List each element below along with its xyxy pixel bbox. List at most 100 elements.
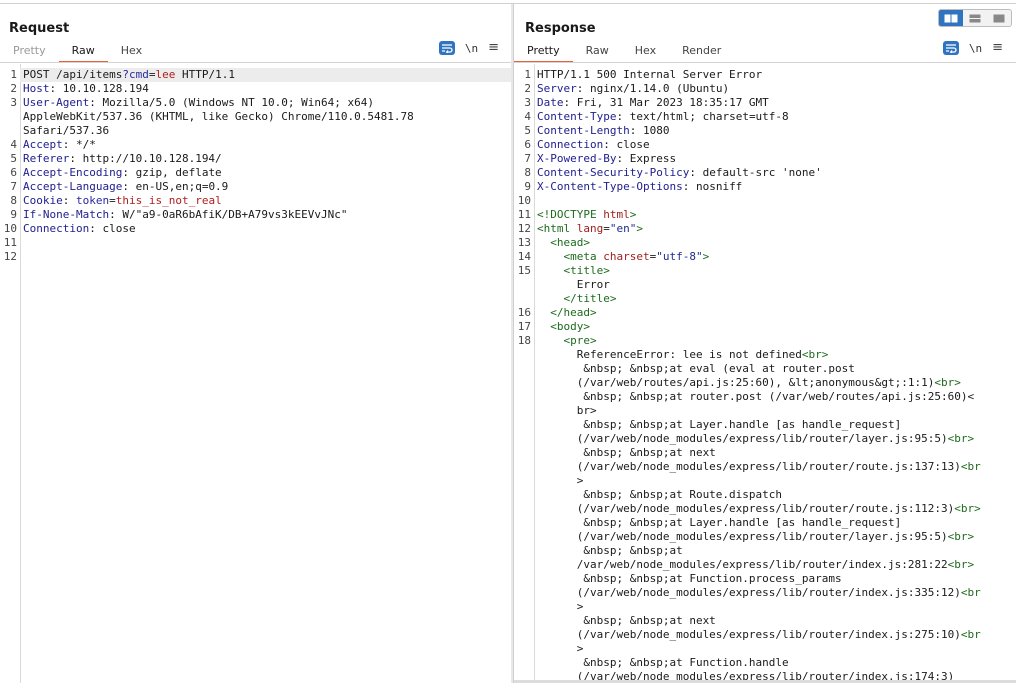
header-value: Express	[623, 152, 677, 165]
header-value: nginx/1.14.0 (Ubuntu)	[583, 82, 730, 95]
line-text: Host: 10.10.128.194	[23, 82, 149, 95]
line-text: &nbsp; &nbsp;at Route.dispatch	[537, 488, 783, 501]
code-line: &nbsp; &nbsp;at Function.handle	[514, 656, 1016, 670]
hamburger-menu-icon[interactable]: ≡	[992, 41, 1003, 55]
line-text: >	[537, 642, 584, 655]
header-value: 10.10.128.194	[56, 82, 149, 95]
line-number: 9	[524, 180, 531, 193]
line-number: 18	[517, 334, 531, 347]
response-toolbar: \n ≡	[942, 41, 1003, 55]
tab-hex[interactable]: Hex	[108, 42, 155, 61]
line-text: Content-Security-Policy: default-src 'no…	[537, 166, 822, 179]
line-text: If-None-Match: W/"a9-0aR6bAfiK/DB+A79vs3…	[23, 208, 348, 221]
line-text: <!DOCTYPE html>	[537, 208, 637, 221]
line-number: 12	[517, 222, 531, 235]
code-line: &nbsp; &nbsp;at	[514, 544, 1016, 558]
header-name: Content-Length	[537, 124, 630, 137]
newline-toggle-button[interactable]: \n	[465, 42, 478, 55]
line-text: Safari/537.36	[23, 124, 110, 137]
header-value: http://10.10.128.194/	[75, 152, 222, 165]
code-line: &nbsp; &nbsp;at next	[514, 614, 1016, 628]
code-line: 9 If-None-Match: W/"a9-0aR6bAfiK/DB+A79vs…	[0, 208, 511, 222]
code-line: 10	[514, 194, 1016, 208]
code-line: &nbsp; &nbsp;at Layer.handle [as handle_…	[514, 418, 1016, 432]
header-value: gzip, deflate	[128, 166, 222, 179]
single-pane-icon[interactable]	[987, 10, 1011, 26]
header-name: X-Powered-By	[537, 152, 617, 165]
header-value: text/html; charset=utf-8	[623, 110, 789, 123]
header-value: nosniff	[689, 180, 743, 193]
tab-raw[interactable]: Raw	[58, 42, 108, 63]
line-text: &nbsp; &nbsp;at router.post (/var/web/ro…	[537, 390, 975, 403]
line-text: POST /api/items?cmd=lee HTTP/1.1	[23, 68, 235, 81]
line-text: br>	[537, 404, 597, 417]
line-text: &nbsp; &nbsp;at eval (eval at router.pos…	[537, 362, 855, 375]
line-text: Content-Length: 1080	[537, 124, 670, 137]
line-text: <head>	[550, 236, 590, 249]
line-text: Date: Fri, 31 Mar 2023 18:35:17 GMT	[537, 96, 769, 109]
line-number: 9	[10, 208, 17, 221]
line-text: &nbsp; &nbsp;at next	[537, 614, 716, 627]
tab-pretty[interactable]: Pretty	[514, 42, 573, 63]
line-text: <pre>	[563, 334, 597, 347]
code-line: 15 <title>	[514, 264, 1016, 278]
header-value: close	[609, 138, 650, 151]
word-wrap-icon[interactable]	[438, 41, 455, 55]
hamburger-menu-icon[interactable]: ≡	[488, 41, 499, 55]
request-editor[interactable]: 1 POST /api/items?cmd=lee HTTP/1.1 2 Host: …	[0, 64, 511, 683]
code-line: 6 Accept-Encoding: gzip, deflate	[0, 166, 511, 180]
code-line: >	[514, 642, 1016, 656]
code-line: &nbsp; &nbsp;at Route.dispatch	[514, 488, 1016, 502]
line-text: Connection: close	[537, 138, 650, 151]
code-line: (/var/web/routes/api.js:25:60), &lt;anon…	[514, 376, 1016, 390]
line-number: 2	[524, 82, 531, 95]
code-line: 3 Date: Fri, 31 Mar 2023 18:35:17 GMT	[514, 96, 1016, 110]
line-text: X-Powered-By: Express	[537, 152, 677, 165]
code-line: br>	[514, 404, 1016, 418]
code-line: 8 Content-Security-Policy: default-src 'n…	[514, 166, 1016, 180]
header-value: close	[95, 222, 136, 235]
code-line: >	[514, 600, 1016, 614]
line-number: 17	[517, 320, 531, 333]
code-line: /var/web/node_modules/express/lib/router…	[514, 558, 1016, 572]
code-line: 3 User-Agent: Mozilla/5.0 (Windows NT 10.…	[0, 96, 511, 110]
tab-pretty[interactable]: Pretty	[0, 42, 59, 61]
line-text: &nbsp; &nbsp;at Layer.handle [as handle_…	[537, 418, 902, 431]
line-text: (/var/web/node_modules/express/lib/route…	[537, 432, 975, 445]
line-text: &nbsp; &nbsp;at next	[537, 446, 716, 459]
line-text: /var/web/node_modules/express/lib/router…	[537, 558, 975, 571]
code-line: 5 Referer: http://10.10.128.194/	[0, 152, 511, 166]
layout-toggle-group	[938, 9, 1012, 27]
code-line: Safari/537.36	[0, 124, 511, 138]
tab-render[interactable]: Render	[669, 42, 734, 61]
line-number: 1	[10, 68, 17, 81]
tab-hex[interactable]: Hex	[622, 42, 669, 61]
code-line: AppleWebKit/537.36 (KHTML, like Gecko) C…	[0, 110, 511, 124]
request-title: Request	[9, 21, 70, 36]
line-number: 10	[3, 222, 17, 235]
header-value: W/"a9-0aR6bAfiK/DB+A79vs3kEEVvJNc"	[115, 208, 348, 221]
code-line: (/var/web/node_modules/express/lib/route…	[514, 586, 1016, 600]
line-number: 3	[10, 96, 17, 109]
line-number: 13	[517, 236, 531, 249]
line-number: 5	[524, 124, 531, 137]
line-text: (/var/web/node_modules/express/lib/route…	[537, 460, 981, 473]
word-wrap-icon[interactable]	[942, 41, 959, 55]
response-editor[interactable]: 1 HTTP/1.1 500 Internal Server Error 2 Serv…	[514, 64, 1016, 683]
code-line: 14 <meta charset="utf-8">	[514, 250, 1016, 264]
response-title: Response	[525, 21, 596, 36]
split-horizontal-icon[interactable]	[963, 10, 987, 26]
line-number: 7	[10, 180, 17, 193]
code-line: &nbsp; &nbsp;at Function.process_params	[514, 572, 1016, 586]
tab-raw[interactable]: Raw	[573, 42, 622, 61]
code-line: 13 <head>	[514, 236, 1016, 250]
line-number: 11	[3, 236, 17, 249]
response-tabs: Pretty Raw Hex Render	[514, 42, 734, 63]
newline-toggle-button[interactable]: \n	[969, 42, 982, 55]
split-vertical-icon[interactable]	[939, 10, 963, 26]
line-text: <body>	[550, 320, 590, 333]
line-text: Error	[537, 278, 610, 291]
code-line: 5 Content-Length: 1080	[514, 124, 1016, 138]
code-line: 7 Accept-Language: en-US,en;q=0.9	[0, 180, 511, 194]
line-number: 3	[524, 96, 531, 109]
